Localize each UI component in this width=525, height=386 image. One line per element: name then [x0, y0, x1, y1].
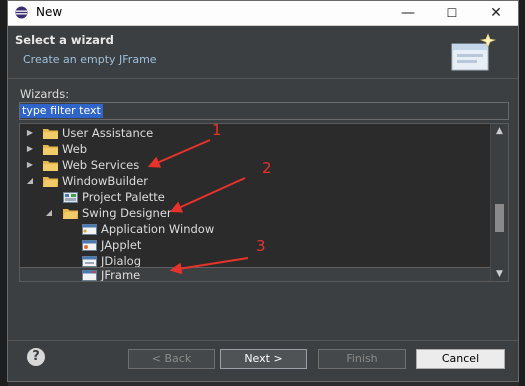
window-title: New	[36, 5, 63, 19]
scroll-up-icon[interactable]: ▲	[491, 124, 508, 138]
new-wizard-dialog: New — ☐ ✕ Select a wizard Create an empt…	[7, 0, 519, 382]
tree-item-web-services[interactable]: ▶ Web Services	[20, 157, 490, 173]
tree-item-label: JApplet	[101, 238, 142, 252]
next-button[interactable]: Next >	[220, 349, 307, 369]
tree-item-label: Swing Designer	[82, 206, 172, 220]
maximize-button[interactable]: ☐	[430, 1, 474, 25]
wizards-label: Wizards:	[20, 87, 70, 101]
background-editor-strip-right	[519, 0, 525, 386]
scrollbar-thumb[interactable]	[495, 204, 504, 232]
app-window-icon	[82, 224, 97, 235]
tree-item-web[interactable]: ▶ Web	[20, 141, 490, 157]
tree-item-application-window[interactable]: Application Window	[20, 221, 490, 237]
tree-item-swing-designer[interactable]: ◢ Swing Designer	[20, 205, 490, 221]
tree-item-user-assistance[interactable]: ▶ User Assistance	[20, 125, 490, 141]
expand-icon[interactable]: ▶	[25, 141, 35, 157]
page-description: Create an empty JFrame	[23, 53, 157, 66]
tree-item-project-palette[interactable]: Project Palette	[20, 189, 490, 205]
folder-icon	[43, 129, 58, 139]
folder-icon	[43, 161, 58, 171]
tree-item-label: JFrame	[101, 268, 141, 282]
scroll-down-icon[interactable]: ▼	[491, 267, 508, 281]
expand-icon[interactable]: ▶	[25, 125, 35, 141]
filter-text-selected: type filter text	[20, 104, 103, 118]
page-title: Select a wizard	[15, 33, 114, 47]
collapse-icon[interactable]: ◢	[25, 173, 35, 189]
palette-icon	[63, 192, 78, 203]
folder-icon	[43, 145, 58, 155]
close-button[interactable]: ✕	[474, 1, 518, 25]
finish-button[interactable]: Finish	[318, 349, 406, 369]
tree-scrollbar[interactable]: ▲ ▼	[490, 124, 508, 281]
tree-item-label: Project Palette	[82, 190, 165, 204]
japplet-icon	[82, 240, 97, 251]
tree-item-label: User Assistance	[62, 126, 154, 140]
title-bar[interactable]: New — ☐ ✕	[8, 1, 518, 26]
cancel-button[interactable]: Cancel	[416, 349, 505, 369]
tree-item-jframe[interactable]: JFrame	[20, 267, 490, 282]
tree-item-label: Web Services	[62, 158, 140, 172]
tree-item-label: Web	[62, 142, 88, 156]
new-wizard-icon	[451, 33, 497, 71]
minimize-button[interactable]: —	[386, 1, 430, 25]
jdialog-icon	[82, 256, 97, 267]
button-bar-separator	[8, 340, 518, 341]
eclipse-icon	[15, 6, 28, 19]
tree-item-label: WindowBuilder	[62, 174, 149, 188]
tree-item-japplet[interactable]: JApplet	[20, 237, 490, 253]
wizard-banner: Select a wizard Create an empty JFrame	[8, 26, 518, 79]
jframe-icon	[82, 270, 97, 281]
collapse-icon[interactable]: ◢	[44, 205, 54, 221]
folder-icon	[43, 177, 58, 187]
back-button[interactable]: < Back	[128, 349, 215, 369]
folder-icon	[63, 209, 78, 219]
expand-icon[interactable]: ▶	[25, 157, 35, 173]
tree-item-windowbuilder[interactable]: ◢ WindowBuilder	[20, 173, 490, 189]
help-icon[interactable]: ?	[27, 348, 45, 366]
tree-item-label: Application Window	[101, 222, 215, 236]
wizard-tree[interactable]: ▶ User Assistance ▶ Web ▶ Web Services ◢…	[19, 123, 509, 282]
